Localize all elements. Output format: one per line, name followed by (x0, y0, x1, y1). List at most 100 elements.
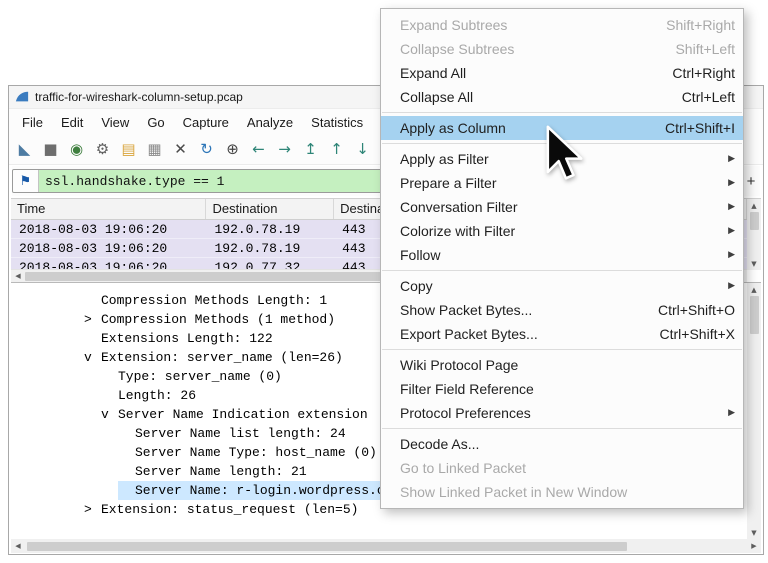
menu-item-shortcut: Ctrl+Shift+I (665, 120, 735, 136)
menu-item-shortcut: Ctrl+Left (682, 89, 735, 105)
menu-item-label: Go to Linked Packet (400, 460, 735, 476)
detail-tree-text: Server Name length: 21 (135, 464, 307, 479)
expander-icon[interactable]: v (101, 405, 118, 424)
menu-item-label: Filter Field Reference (400, 381, 735, 397)
scroll-left-icon[interactable]: ◀ (11, 540, 25, 553)
go-bottom-icon[interactable]: ↓ (355, 142, 370, 157)
detail-tree-text: Extension: server_name (len=26) (101, 350, 343, 365)
menu-item-label: Expand Subtrees (400, 17, 666, 33)
menu-item-filter-field-reference[interactable]: Filter Field Reference (381, 377, 743, 401)
menu-item-label: Wiki Protocol Page (400, 357, 735, 373)
menu-item-label: Apply as Column (400, 120, 665, 136)
scroll-up-icon[interactable]: ▲ (747, 199, 761, 212)
menu-item-protocol-preferences[interactable]: Protocol Preferences ▶ (381, 401, 743, 425)
submenu-arrow-icon: ▶ (728, 250, 735, 260)
menu-item-label: Protocol Preferences (400, 405, 720, 421)
menu-item-go-to-linked-packet: Go to Linked Packet (381, 456, 743, 480)
menubar-item-edit[interactable]: Edit (52, 111, 92, 134)
capture-options-icon[interactable]: ⚙ (95, 142, 110, 157)
menu-item-copy[interactable]: Copy▶ (381, 274, 743, 298)
scroll-down-icon[interactable]: ▼ (747, 257, 761, 270)
menu-item-decode-as[interactable]: Decode As... (381, 432, 743, 456)
menu-item-show-linked-packet-in-new-window: Show Linked Packet in New Window (381, 480, 743, 504)
menu-item-wiki-protocol-page[interactable]: Wiki Protocol Page (381, 353, 743, 377)
detail-hscrollbar[interactable]: ◀ ▶ (11, 539, 761, 553)
menu-item-collapse-all[interactable]: Collapse AllCtrl+Left (381, 85, 743, 109)
filter-add-button[interactable]: + (742, 173, 760, 190)
save-file-icon[interactable]: ▦ (147, 142, 162, 157)
reload-icon[interactable]: ↻ (199, 142, 214, 157)
menu-item-shortcut: Shift+Left (675, 41, 735, 57)
menu-item-label: Decode As... (400, 436, 735, 452)
window-title: traffic-for-wireshark-column-setup.pcap (35, 90, 243, 104)
submenu-arrow-icon: ▶ (728, 408, 735, 418)
detail-tree-text: Server Name Type: host_name (0) (135, 445, 377, 460)
menu-item-conversation-filter[interactable]: Conversation Filter▶ (381, 195, 743, 219)
detail-tree-text: Compression Methods (1 method) (101, 312, 335, 327)
menubar-item-capture[interactable]: Capture (174, 111, 238, 134)
menu-item-collapse-subtrees: Collapse SubtreesShift+Left (381, 37, 743, 61)
submenu-arrow-icon: ▶ (728, 202, 735, 212)
scroll-left-icon[interactable]: ◀ (11, 270, 25, 283)
close-file-icon[interactable]: ✕ (173, 142, 188, 157)
column-header-destination[interactable]: Destination (206, 199, 334, 219)
packet-cell: 192.0.78.19 (206, 220, 334, 238)
detail-tree-text: Server Name Indication extension (118, 407, 368, 422)
submenu-arrow-icon: ▶ (728, 226, 735, 236)
detail-tree-text: Extensions Length: 122 (101, 331, 273, 346)
scrollbar-thumb[interactable] (750, 212, 759, 230)
open-file-icon[interactable]: ▤ (121, 142, 136, 157)
menu-item-shortcut: Shift+Right (666, 17, 735, 33)
menubar-item-view[interactable]: View (92, 111, 138, 134)
menu-item-show-packet-bytes[interactable]: Show Packet Bytes...Ctrl+Shift+O (381, 298, 743, 322)
menubar-item-analyze[interactable]: Analyze (238, 111, 302, 134)
packet-list-vscrollbar[interactable]: ▲ ▼ (747, 199, 761, 270)
menubar-item-statistics[interactable]: Statistics (302, 111, 372, 134)
detail-tree-text: Extension: status_request (len=5) (101, 502, 358, 517)
scrollbar-thumb[interactable] (750, 296, 759, 334)
go-back-icon[interactable]: ← (251, 142, 266, 157)
menu-item-label: Colorize with Filter (400, 223, 720, 239)
bookmark-icon: ⚑ (20, 174, 32, 189)
scroll-up-icon[interactable]: ▲ (747, 283, 761, 296)
detail-tree-text: Length: 26 (118, 388, 196, 403)
find-packet-icon[interactable]: ⊕ (225, 142, 240, 157)
menu-item-label: Export Packet Bytes... (400, 326, 660, 342)
menu-separator (382, 349, 742, 350)
restart-capture-icon[interactable]: ◉ (69, 142, 84, 157)
expander-icon[interactable]: v (84, 348, 101, 367)
menu-item-expand-all[interactable]: Expand AllCtrl+Right (381, 61, 743, 85)
detail-tree-text: Server Name: r-login.wordpress.com (135, 483, 400, 498)
submenu-arrow-icon: ▶ (728, 281, 735, 291)
scroll-down-icon[interactable]: ▼ (747, 526, 761, 539)
expander-icon[interactable]: > (84, 310, 101, 329)
stop-capture-icon[interactable]: ■ (43, 142, 58, 157)
filter-expression-text: ssl.handshake.type == 1 (39, 174, 224, 189)
go-forward-icon[interactable]: → (277, 142, 292, 157)
packet-cell: 2018-08-03 19:06:20 (11, 220, 206, 238)
menu-item-label: Follow (400, 247, 720, 263)
packet-cell: 2018-08-03 19:06:20 (11, 239, 206, 257)
menubar-item-go[interactable]: Go (138, 111, 173, 134)
go-to-packet-icon[interactable]: ↥ (303, 142, 318, 157)
menu-item-shortcut: Ctrl+Right (672, 65, 735, 81)
menu-item-follow[interactable]: Follow ▶ (381, 243, 743, 267)
menubar-item-file[interactable]: File (13, 111, 52, 134)
column-header-time[interactable]: Time (11, 199, 206, 219)
menu-item-shortcut: Ctrl+Shift+O (658, 302, 735, 318)
start-capture-icon[interactable]: ◣ (17, 142, 32, 157)
detail-vscrollbar[interactable]: ▲ ▼ (747, 282, 761, 539)
filter-bookmark-button[interactable]: ⚑ (13, 170, 39, 192)
detail-tree-text: Server Name list length: 24 (135, 426, 346, 441)
go-top-icon[interactable]: ↑ (329, 142, 344, 157)
context-menu: Expand SubtreesShift+Right Collapse Subtr… (380, 8, 744, 509)
menu-item-colorize-with-filter[interactable]: Colorize with Filter ▶ (381, 219, 743, 243)
scrollbar-thumb[interactable] (27, 542, 627, 551)
menu-separator (382, 270, 742, 271)
menu-item-export-packet-bytes[interactable]: Export Packet Bytes...Ctrl+Shift+X (381, 322, 743, 346)
scroll-right-icon[interactable]: ▶ (747, 540, 761, 553)
menu-item-label: Collapse Subtrees (400, 41, 675, 57)
menu-item-label: Collapse All (400, 89, 682, 105)
detail-tree-text: Type: server_name (0) (118, 369, 282, 384)
expander-icon[interactable]: > (84, 500, 101, 519)
